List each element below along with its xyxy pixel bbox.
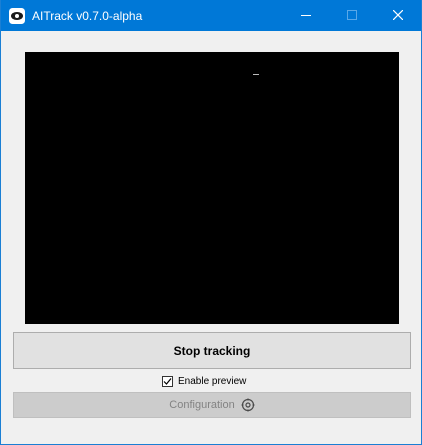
gear-icon [241,398,255,412]
window-title: AITrack v0.7.0-alpha [32,8,143,23]
enable-preview-checkbox[interactable] [162,375,173,387]
close-button[interactable] [375,0,421,31]
stop-tracking-label: Stop tracking [173,343,251,358]
camera-preview [25,52,399,324]
enable-preview-row[interactable]: Enable preview [162,374,246,388]
configuration-label: Configuration [169,399,235,411]
enable-preview-label: Enable preview [178,375,247,387]
title-bar[interactable]: AITrack v0.7.0-alpha [1,0,421,31]
close-icon [392,7,404,25]
minimize-button[interactable] [283,0,329,31]
maximize-icon [347,7,357,25]
maximize-button[interactable] [329,0,375,31]
app-window: AITrack v0.7.0-alpha Stop tracking Enabl… [0,0,422,445]
configuration-button[interactable]: Configuration [13,392,411,418]
minimize-icon [301,7,311,25]
stop-tracking-button[interactable]: Stop tracking [13,332,411,369]
checkmark-icon [163,377,172,385]
eye-icon [9,7,25,24]
preview-marker [253,74,259,75]
caption-buttons [283,0,421,31]
